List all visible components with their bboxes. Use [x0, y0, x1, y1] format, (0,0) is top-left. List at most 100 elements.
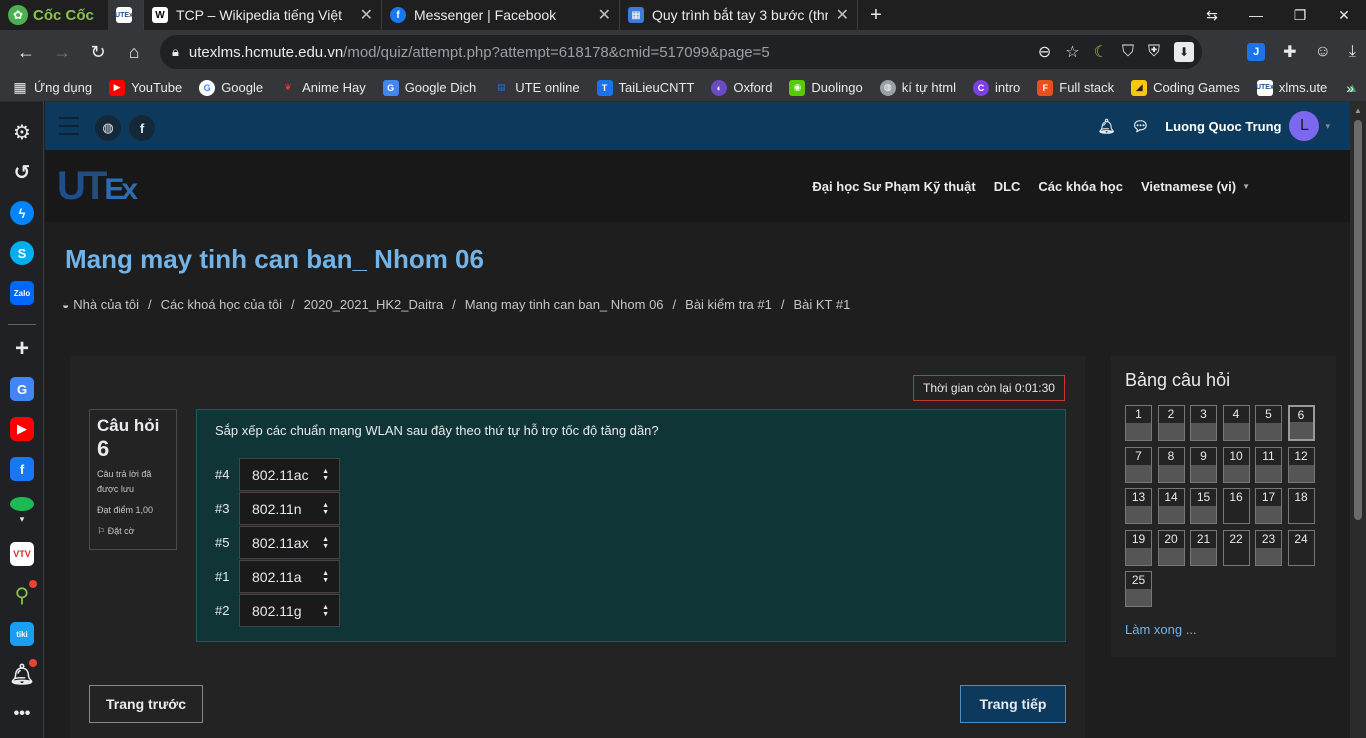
zalo-icon[interactable]: Zalo: [10, 281, 34, 305]
shield-outline-icon[interactable]: ⛨: [1148, 43, 1160, 61]
tiki-icon[interactable]: tiki: [10, 622, 34, 646]
question-nav-button[interactable]: 3: [1190, 405, 1217, 441]
breadcrumb-course[interactable]: Mang may tinh can ban_ Nhom 06: [465, 297, 664, 312]
bookmark-google[interactable]: G Google: [199, 79, 263, 96]
breadcrumb-home[interactable]: Nhà của tôi: [73, 297, 139, 312]
coccoc-logo[interactable]: ✿ Cốc Cốc: [0, 0, 108, 30]
question-nav-button[interactable]: 12: [1287, 446, 1315, 483]
question-nav-button[interactable]: 25: [1125, 571, 1152, 607]
question-nav-button[interactable]: 1: [1125, 405, 1152, 441]
bookmark-apps[interactable]: ▦ Ứng dụng: [12, 79, 92, 96]
page-scrollbar[interactable]: ▲: [1350, 102, 1366, 738]
skype-icon[interactable]: S: [10, 241, 34, 265]
zoom-out-icon[interactable]: ⊖: [1038, 42, 1051, 62]
bookmark-star-icon[interactable]: ☆: [1065, 42, 1079, 62]
tab-messenger[interactable]: f Messenger | Facebook ✕: [382, 0, 620, 30]
question-nav-button[interactable]: 2: [1157, 405, 1185, 441]
maximize-icon[interactable]: ❐: [1278, 7, 1322, 24]
extensions-puzzle-icon[interactable]: ✚: [1283, 42, 1296, 62]
user-menu[interactable]: 🔔︎ 💬︎ Luong Quoc Trung L ▾: [1098, 102, 1330, 150]
back-icon[interactable]: ←: [8, 34, 44, 70]
bookmark-anime-hay[interactable]: ❦ Anime Hay: [280, 80, 365, 96]
close-tab-icon[interactable]: ✕: [360, 5, 373, 25]
jira-extension-icon[interactable]: J: [1247, 43, 1266, 61]
language-selector[interactable]: Vietnamese (vi) ▼: [1141, 179, 1250, 194]
bookmark-tailieucntt[interactable]: T TaiLieuCNTT: [596, 79, 694, 96]
breadcrumb-semester[interactable]: 2020_2021_HK2_Daitra: [304, 297, 444, 312]
notification-bell-icon[interactable]: 🔔︎: [9, 659, 37, 686]
address-bar[interactable]: 🔒︎ utexlms.hcmute.edu.vn/mod/quiz/attemp…: [160, 35, 1202, 69]
question-nav-button[interactable]: 18: [1287, 488, 1315, 524]
bookmark-xlms-ute[interactable]: UTEx xlms.ute: [1256, 79, 1327, 96]
reload-icon[interactable]: ↻: [80, 34, 116, 70]
question-nav-button[interactable]: 19: [1125, 529, 1152, 566]
lock-icon[interactable]: 🔒︎: [172, 44, 179, 60]
question-nav-button[interactable]: 16: [1222, 488, 1250, 524]
question-nav-button[interactable]: 21: [1190, 529, 1217, 566]
finish-attempt-link[interactable]: Làm xong ...: [1125, 622, 1197, 637]
add-icon[interactable]: +: [10, 335, 34, 362]
question-nav-button[interactable]: 20: [1157, 529, 1185, 566]
tab-wikipedia[interactable]: W TCP – Wikipedia tiếng Việt ✕: [144, 0, 382, 30]
question-nav-button[interactable]: 8: [1157, 446, 1185, 483]
bookmark-oxford[interactable]: ◐ Oxford: [711, 79, 772, 96]
question-nav-button[interactable]: 7: [1125, 446, 1152, 483]
bookmark-ute-online[interactable]: ▤ UTE online: [493, 80, 580, 96]
flag-question[interactable]: ⚐ Đặt cờ: [97, 526, 169, 537]
minimize-icon[interactable]: —: [1234, 7, 1278, 23]
youtube-sidebar-icon[interactable]: ▶: [10, 417, 34, 441]
question-nav-button[interactable]: 5: [1255, 405, 1282, 441]
download-video-icon[interactable]: ⬇: [1174, 42, 1194, 62]
chevron-down-icon[interactable]: ▾: [10, 507, 34, 531]
bookmark-ki-tu-html[interactable]: ◍ kí tự html: [879, 79, 956, 96]
question-nav-button[interactable]: 13: [1125, 488, 1152, 524]
breadcrumb-quiz[interactable]: Bài KT #1: [793, 297, 850, 312]
location-pin-icon[interactable]: ⚲: [10, 580, 37, 607]
facebook-sidebar-icon[interactable]: f: [10, 457, 34, 481]
notification-bell-icon[interactable]: 🔔︎: [1098, 118, 1116, 135]
chevron-down-icon[interactable]: ▾: [1325, 121, 1330, 132]
answer-select[interactable]: 802.11n ▲ ▼: [239, 492, 340, 525]
avatar[interactable]: L: [1289, 111, 1320, 141]
question-nav-button[interactable]: 6: [1287, 405, 1315, 441]
question-nav-button[interactable]: 24: [1287, 529, 1315, 566]
answer-select[interactable]: 802.11g ▲ ▼: [239, 594, 340, 627]
answer-select[interactable]: 802.11a ▲ ▼: [239, 560, 340, 593]
globe-icon[interactable]: ◍: [95, 115, 121, 141]
question-nav-button[interactable]: 10: [1222, 446, 1250, 483]
dark-mode-icon[interactable]: ☾: [1094, 42, 1108, 62]
bookmark-intro[interactable]: Cintro: [972, 79, 1020, 96]
next-page-button[interactable]: Trang tiếp: [960, 685, 1066, 723]
close-tab-icon[interactable]: ✕: [598, 5, 611, 25]
url-text[interactable]: utexlms.hcmute.edu.vn/mod/quiz/attempt.p…: [189, 44, 770, 61]
messages-bubble-icon[interactable]: 💬︎: [1131, 118, 1149, 135]
question-nav-button[interactable]: 11: [1255, 446, 1282, 483]
previous-page-button[interactable]: Trang trước: [89, 685, 203, 723]
close-window-icon[interactable]: ✕: [1322, 7, 1366, 24]
bookmark-coding-games[interactable]: ◢ Coding Games: [1131, 79, 1240, 96]
shield-icon[interactable]: ⛉: [1122, 43, 1134, 61]
menu-item-dlc[interactable]: DLC: [994, 179, 1021, 194]
answer-select[interactable]: 802.11ac ▲ ▼: [239, 458, 340, 491]
facebook-link-icon[interactable]: f: [129, 115, 155, 141]
more-dots-icon[interactable]: •••: [10, 702, 34, 726]
utex-logo[interactable]: UTEx: [57, 166, 138, 210]
vtv-go-icon[interactable]: VTV: [10, 542, 34, 566]
close-tab-icon[interactable]: ✕: [836, 5, 849, 25]
question-nav-button[interactable]: 14: [1157, 488, 1185, 524]
back-arrow-icon[interactable]: ⇆: [1190, 7, 1234, 24]
menu-item-courses[interactable]: Các khóa học: [1038, 179, 1123, 194]
bookmark-full-stack[interactable]: F Full stack: [1037, 79, 1114, 96]
bookmark-youtube[interactable]: ▶ YouTube: [109, 79, 182, 96]
downloads-icon[interactable]: ⤓: [1349, 43, 1356, 61]
messenger-icon[interactable]: ϟ: [10, 201, 34, 225]
new-tab-button[interactable]: +: [858, 0, 894, 30]
google-translate-icon[interactable]: G: [10, 377, 34, 401]
tab-utex[interactable]: UTEx: [108, 0, 144, 30]
menu-item-university[interactable]: Đại học Sư Phạm Kỹ thuật: [812, 179, 975, 194]
user-name[interactable]: Luong Quoc Trung: [1165, 119, 1281, 134]
question-nav-button[interactable]: 4: [1222, 405, 1250, 441]
question-nav-button[interactable]: 15: [1190, 488, 1217, 524]
tab-tcp-handshake[interactable]: ▦ Quy trình bắt tay 3 bước (thre ✕: [620, 0, 858, 30]
breadcrumb-my-courses[interactable]: Các khoá học của tôi: [161, 297, 282, 312]
